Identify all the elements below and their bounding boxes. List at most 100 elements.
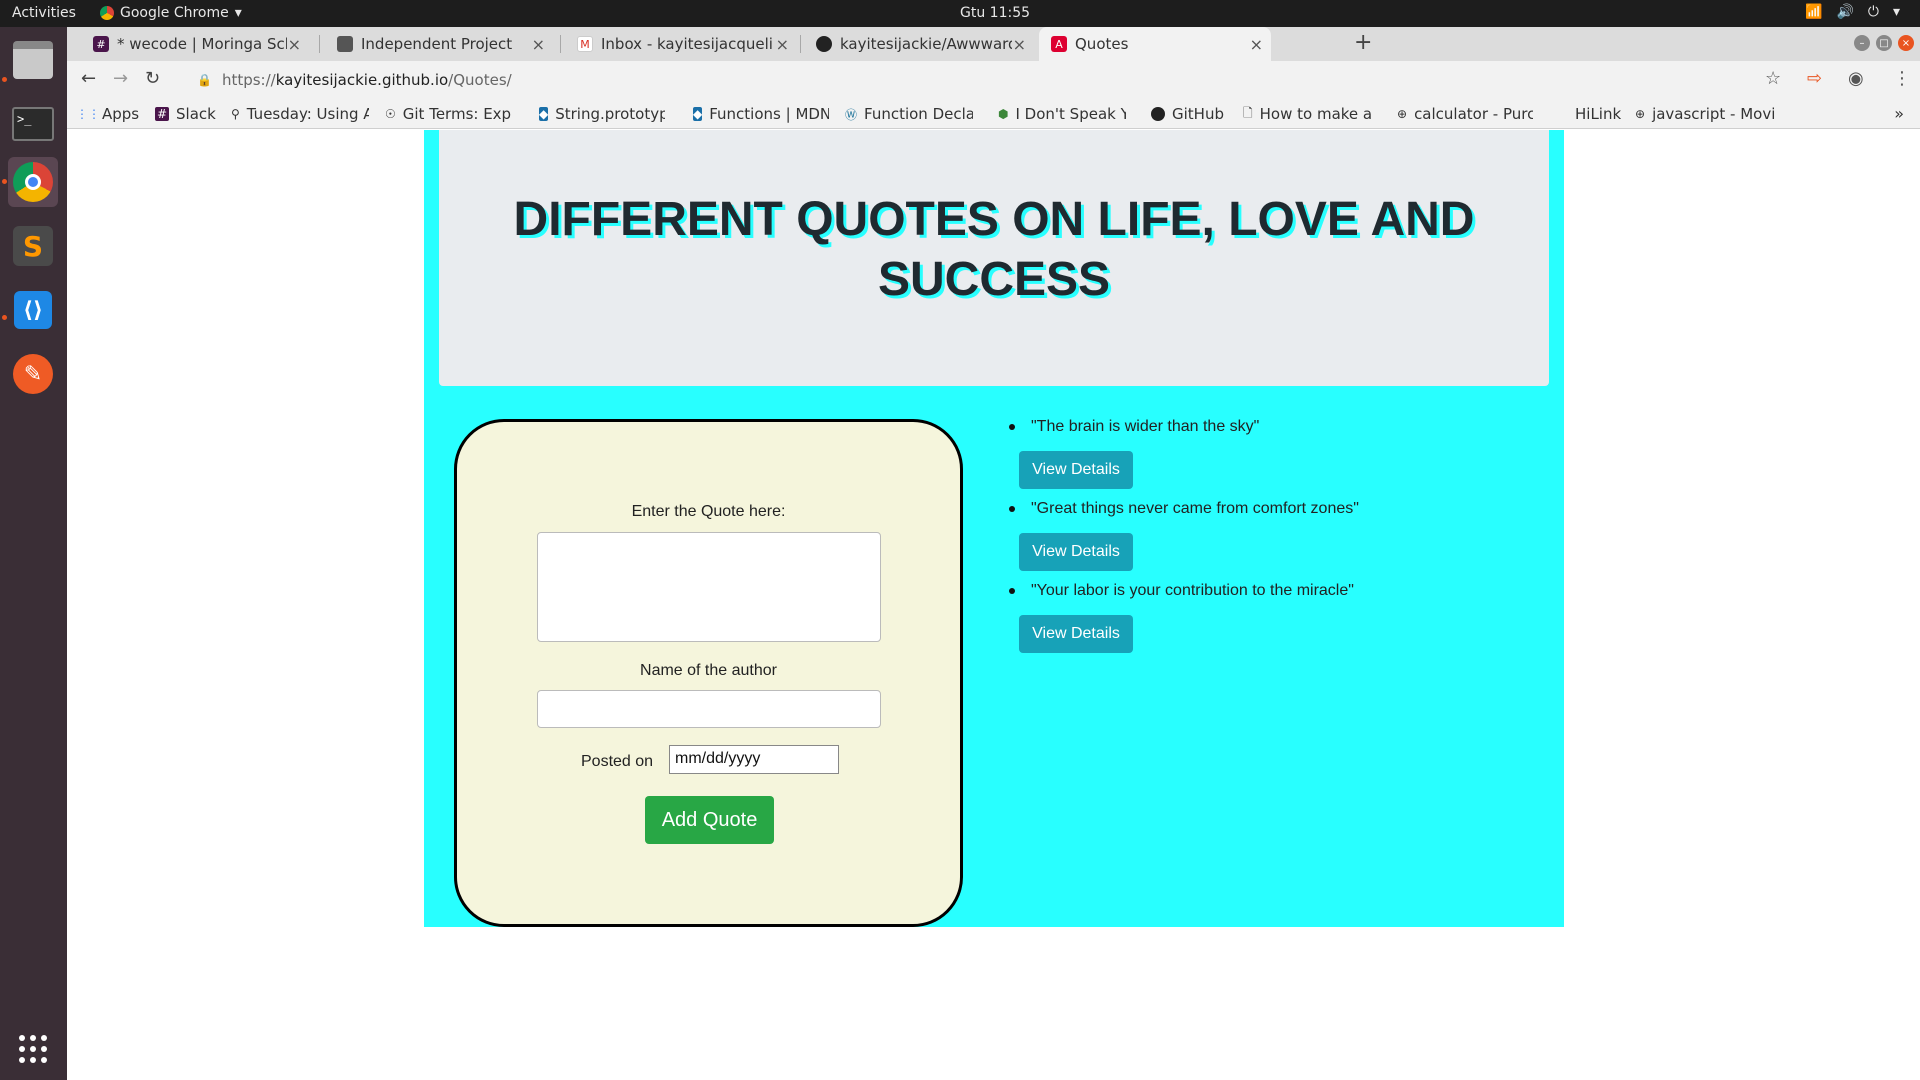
tab-title: * wecode | Moringa Schoo	[117, 35, 287, 53]
menu-icon[interactable]: ⋮	[1893, 68, 1911, 89]
quote-form: Enter the Quote here: Name of the author…	[454, 419, 963, 927]
add-quote-button[interactable]: Add Quote	[645, 796, 774, 844]
bookmark-function-declaration[interactable]: Ⓦ Function Declara	[845, 105, 973, 123]
bookmark-tuesday[interactable]: ⚲ Tuesday: Using A	[231, 105, 369, 123]
profile-avatar[interactable]: ◉	[1848, 68, 1864, 89]
minimize-icon[interactable]: –	[1854, 35, 1870, 51]
bookmark-label: How to make a s	[1259, 105, 1371, 123]
page-viewport: DIFFERENT QUOTES ON LIFE, LOVE AND SUCCE…	[67, 130, 1920, 1080]
address-bar[interactable]: 🔒 https://kayitesijackie.github.io/Quote…	[187, 66, 1807, 94]
app-menu-label: Google Chrome	[120, 5, 229, 21]
activities-button[interactable]: Activities	[12, 5, 76, 21]
github-icon	[1151, 107, 1165, 121]
slack-icon: #	[155, 107, 169, 121]
mdn-icon: ◆	[693, 107, 703, 121]
system-tray[interactable]: 📶 🔊 ⏻ ▾	[1805, 4, 1900, 20]
bookmarks-overflow-icon[interactable]: »	[1894, 104, 1904, 123]
close-icon[interactable]: ×	[532, 35, 545, 54]
author-label: Name of the author	[640, 662, 777, 679]
back-icon[interactable]: ←	[81, 68, 96, 89]
chrome-icon	[100, 6, 114, 20]
url-host: kayitesijackie.github.io	[275, 71, 449, 89]
bookmark-github[interactable]: GitHub	[1151, 105, 1224, 123]
list-item: "The brain is wider than the sky" View D…	[1009, 418, 1539, 500]
bookmark-label: calculator - Purc	[1414, 105, 1533, 123]
app-menu[interactable]: Google Chrome ▾	[100, 5, 242, 21]
globe-icon: ⊕	[1397, 107, 1408, 121]
date-input[interactable]: mm/dd/yyyy	[669, 745, 839, 774]
close-icon[interactable]: ×	[1250, 35, 1263, 54]
view-details-button[interactable]: View Details	[1019, 615, 1133, 653]
show-apps-icon[interactable]	[8, 1024, 58, 1074]
bookmark-star-icon[interactable]: ☆	[1765, 68, 1781, 89]
bookmark-label: Tuesday: Using A	[246, 105, 369, 123]
posted-on-label: Posted on	[581, 753, 654, 770]
bookmark-functions-mdn[interactable]: ◆ Functions | MDN	[693, 105, 829, 123]
power-icon: ⏻	[1867, 4, 1879, 20]
page-container: DIFFERENT QUOTES ON LIFE, LOVE AND SUCCE…	[424, 130, 1564, 927]
close-window-icon[interactable]: ×	[1898, 35, 1914, 51]
author-input[interactable]	[537, 690, 881, 728]
bookmark-label: Slack	[176, 105, 216, 123]
bookmark-how-to-make[interactable]: 🗋 How to make a s	[1243, 105, 1371, 123]
clock[interactable]: Gtu 11:55	[960, 5, 1030, 21]
bookmark-label: I Don't Speak Yo	[1015, 105, 1126, 123]
bookmark-label: Functions | MDN	[709, 105, 829, 123]
terminal-icon[interactable]: >_	[8, 99, 58, 149]
tab-inbox[interactable]: M Inbox - kayitesijacqueline ×	[565, 27, 797, 61]
running-indicator	[2, 179, 7, 184]
quote-textarea[interactable]	[537, 532, 881, 642]
new-tab-button[interactable]: +	[1354, 30, 1372, 55]
apps-grid-icon: ⋮⋮	[81, 107, 100, 121]
bookmark-string-prototype[interactable]: ◆ String.prototype	[539, 105, 665, 123]
chrome-icon[interactable]	[8, 157, 58, 207]
globe-icon: ⊕	[1635, 107, 1646, 121]
close-icon[interactable]: ×	[1013, 35, 1026, 54]
bookmark-javascript-move[interactable]: ⊕ javascript - Movi	[1635, 105, 1775, 123]
bookmarks-bar: ⋮⋮ Apps # Slack ⚲ Tuesday: Using A ☉ Git…	[67, 99, 1920, 129]
caret-down-icon: ▾	[234, 5, 242, 21]
lock-icon: 🔒	[197, 73, 212, 87]
close-icon[interactable]: ×	[776, 35, 789, 54]
files-icon[interactable]	[8, 35, 58, 85]
mdn-icon: ◆	[539, 107, 549, 121]
bookmark-calculator[interactable]: ⊕ calculator - Purc	[1397, 105, 1533, 123]
tab-github-awwward[interactable]: kayitesijackie/Awwward- ×	[804, 27, 1034, 61]
tab-strip: # * wecode | Moringa Schoo × Independent…	[67, 27, 1920, 61]
bookmark-git-terms[interactable]: ☉ Git Terms: Explai	[385, 105, 511, 123]
bookmark-label: HiLink	[1575, 105, 1622, 123]
window-controls: – □ ×	[1854, 35, 1914, 51]
quote-text: "Great things never came from comfort zo…	[1031, 500, 1359, 517]
postman-icon[interactable]: ✎	[8, 349, 58, 399]
quote-text: "Your labor is your contribution to the …	[1031, 582, 1354, 599]
tab-quotes[interactable]: A Quotes ×	[1039, 27, 1271, 61]
volume-icon: 🔊	[1836, 4, 1854, 20]
vscode-icon[interactable]: ⟨⟩	[8, 285, 58, 335]
tab-wecode[interactable]: # * wecode | Moringa Schoo ×	[81, 27, 309, 61]
bookmark-apps[interactable]: ⋮⋮ Apps	[81, 105, 139, 123]
close-icon[interactable]: ×	[288, 35, 301, 54]
view-details-button[interactable]: View Details	[1019, 533, 1133, 571]
list-item: "Great things never came from comfort zo…	[1009, 500, 1539, 582]
bookmark-slack[interactable]: # Slack	[155, 105, 216, 123]
caret-down-icon: ▾	[1892, 4, 1900, 20]
quote-label: Enter the Quote here:	[631, 503, 786, 520]
bookmark-hilink[interactable]: HiLink	[1575, 105, 1621, 123]
view-details-button[interactable]: View Details	[1019, 451, 1133, 489]
bookmark-label: Function Declara	[864, 105, 973, 123]
extension-icon[interactable]: ⇨	[1807, 68, 1822, 89]
tab-separator	[560, 35, 561, 53]
tab-independent-project[interactable]: Independent Project ×	[325, 27, 553, 61]
reload-icon[interactable]: ↻	[145, 68, 160, 89]
bullet-icon	[1009, 588, 1015, 594]
github-icon	[816, 36, 832, 52]
forward-icon[interactable]: →	[113, 68, 128, 89]
gmail-icon: M	[577, 36, 593, 52]
maximize-icon[interactable]: □	[1876, 35, 1892, 51]
bookmark-i-dont-speak[interactable]: ⬢ I Don't Speak Yo	[998, 105, 1126, 123]
url-path: /Quotes/	[448, 71, 512, 89]
quote-text: "The brain is wider than the sky"	[1031, 418, 1260, 435]
sublime-text-icon[interactable]: S	[8, 221, 58, 271]
running-indicator	[2, 77, 7, 82]
wifi-icon: 📶	[1805, 4, 1823, 20]
